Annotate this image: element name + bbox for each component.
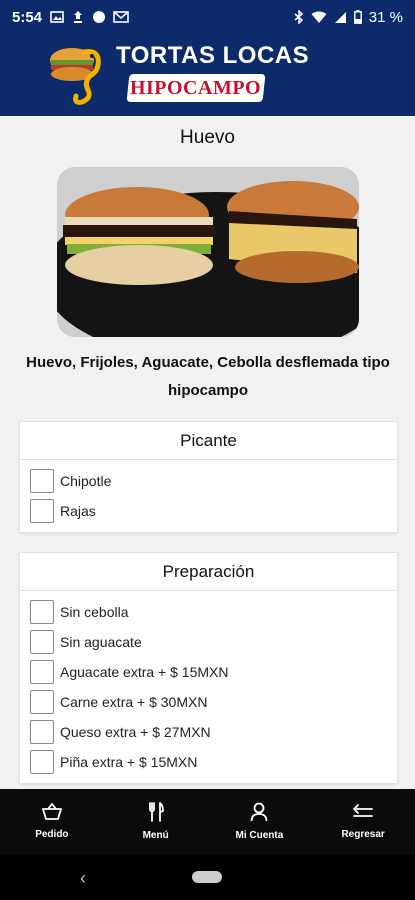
product-description: Huevo, Frijoles, Aguacate, Cebolla desfl… xyxy=(26,354,390,399)
return-icon xyxy=(353,804,374,817)
status-system-icons: 31 % xyxy=(294,9,403,26)
option-pina-extra[interactable]: Piña extra + $ 15MXN xyxy=(30,747,387,777)
system-home-pill[interactable] xyxy=(192,871,222,883)
nav-regresar[interactable]: Regresar xyxy=(311,789,415,854)
product-detail: Huevo Huevo, Frijoles, Aguacate, Cebolla… xyxy=(0,116,415,789)
seahorse-torta-logo xyxy=(50,48,101,105)
option-label: Queso extra + $ 27MXN xyxy=(60,724,211,740)
wifi-icon xyxy=(311,11,327,23)
checkbox[interactable] xyxy=(30,499,54,523)
option-label: Rajas xyxy=(60,503,96,519)
preparacion-section: Preparación Sin cebolla Sin aguacate Agu… xyxy=(19,552,398,784)
image-notification-icon xyxy=(50,11,64,23)
product-photo xyxy=(57,167,359,337)
user-icon xyxy=(250,802,268,822)
option-label: Chipotle xyxy=(60,473,112,489)
system-navigation-bar: ‹ xyxy=(0,854,415,900)
signal-icon xyxy=(334,11,346,23)
bottom-navigation: Pedido Menú Mi Cuenta Regresar xyxy=(0,789,415,854)
option-rajas[interactable]: Rajas xyxy=(30,496,387,526)
utensils-icon xyxy=(148,802,164,822)
checkbox[interactable] xyxy=(30,750,54,774)
basket-icon xyxy=(41,803,62,820)
battery-icon xyxy=(353,10,362,24)
checkbox[interactable] xyxy=(30,660,54,684)
preparacion-title: Preparación xyxy=(20,553,397,591)
preparacion-options: Sin cebolla Sin aguacate Aguacate extra … xyxy=(20,591,397,783)
checkbox[interactable] xyxy=(30,600,54,624)
battery-percent: 31 % xyxy=(368,8,403,26)
option-sin-aguacate[interactable]: Sin aguacate xyxy=(30,627,387,657)
nav-label: Pedido xyxy=(35,829,69,840)
nav-pedido[interactable]: Pedido xyxy=(0,789,104,854)
nav-label: Menú xyxy=(142,830,169,841)
picante-section: Picante Chipotle Rajas xyxy=(19,421,398,533)
circle-notification-icon xyxy=(93,11,106,23)
mail-notification-icon xyxy=(113,11,129,23)
checkbox[interactable] xyxy=(30,469,54,493)
option-label: Aguacate extra + $ 15MXN xyxy=(60,664,229,680)
status-notification-icons xyxy=(50,10,129,24)
nav-mi-cuenta[interactable]: Mi Cuenta xyxy=(208,789,312,854)
checkbox[interactable] xyxy=(30,720,54,744)
option-label: Piña extra + $ 15MXN xyxy=(60,754,198,770)
option-carne-extra[interactable]: Carne extra + $ 30MXN xyxy=(30,687,387,717)
nav-label: Regresar xyxy=(341,829,385,840)
picante-title: Picante xyxy=(20,422,397,460)
option-label: Carne extra + $ 30MXN xyxy=(60,694,208,710)
checkbox[interactable] xyxy=(30,690,54,714)
brand-ribbon: HIPOCAMPO xyxy=(126,74,266,102)
product-title: Huevo xyxy=(180,127,235,148)
option-chipotle[interactable]: Chipotle xyxy=(30,466,387,496)
system-back-icon[interactable]: ‹ xyxy=(80,868,86,889)
picante-options: Chipotle Rajas xyxy=(20,460,397,532)
status-time: 5:54 xyxy=(12,8,43,26)
brand-name: TORTAS LOCAS xyxy=(116,42,310,69)
option-label: Sin cebolla xyxy=(60,604,129,620)
checkbox[interactable] xyxy=(30,630,54,654)
app-notification-icon xyxy=(74,11,83,23)
app-header: TORTAS LOCAS HIPOCAMPO xyxy=(0,34,415,116)
option-queso-extra[interactable]: Queso extra + $ 27MXN xyxy=(30,717,387,747)
nav-menu[interactable]: Menú xyxy=(104,789,208,854)
option-label: Sin aguacate xyxy=(60,634,142,650)
option-aguacate-extra[interactable]: Aguacate extra + $ 15MXN xyxy=(30,657,387,687)
option-sin-cebolla[interactable]: Sin cebolla xyxy=(30,597,387,627)
nav-label: Mi Cuenta xyxy=(235,830,284,841)
brand-subname: HIPOCAMPO xyxy=(130,76,262,99)
status-bar: 5:54 31 % xyxy=(0,0,415,34)
bluetooth-icon xyxy=(294,10,303,24)
